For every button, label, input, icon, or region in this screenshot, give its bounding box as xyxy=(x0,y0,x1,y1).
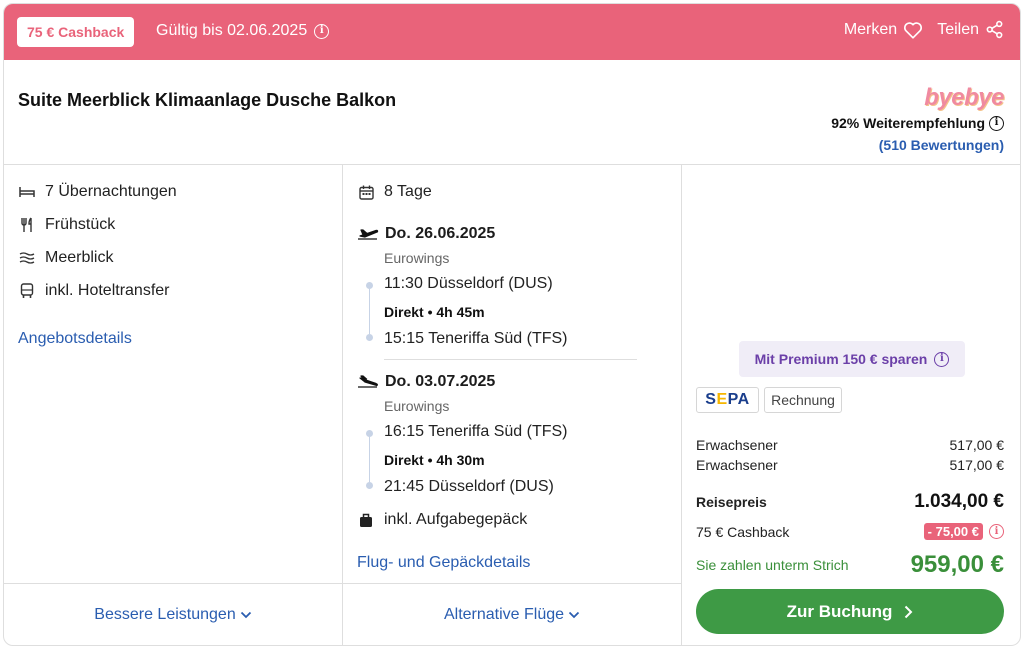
offer-topbar: 75 € Cashback Gültig bis 02.06.2025 i Me… xyxy=(4,4,1020,60)
info-icon[interactable]: i xyxy=(989,115,1004,131)
return-date: Do. 03.07.2025 xyxy=(357,373,495,391)
share-label: Teilen xyxy=(937,20,979,38)
share-icon xyxy=(986,20,1003,39)
return-departure: 16:15 Teneriffa Süd (TFS) xyxy=(384,423,568,440)
timeline-dot xyxy=(366,482,373,489)
chevron-right-icon xyxy=(905,605,913,618)
baggage-info: inkl. Aufgabegepäck xyxy=(357,511,527,529)
validity-info: Gültig bis 02.06.2025 i xyxy=(156,22,330,40)
outbound-date-text: Do. 26.06.2025 xyxy=(385,225,496,242)
final-price-row: Sie zahlen unterm Strich 959,00 € xyxy=(696,551,1004,579)
traveller-price: 517,00 € xyxy=(949,457,1005,473)
timeline-line xyxy=(369,289,370,334)
return-airline: Eurowings xyxy=(384,398,450,414)
share-button[interactable]: Teilen xyxy=(937,20,1004,39)
recommendation: 92% Weiterempfehlung i xyxy=(831,115,1004,131)
bed-icon xyxy=(18,184,36,200)
alternative-flights-label: Alternative Flüge xyxy=(443,605,565,623)
feature-label: Frühstück xyxy=(45,216,116,233)
info-icon: i xyxy=(934,351,950,367)
waves-icon xyxy=(18,250,36,266)
outbound-airline: Eurowings xyxy=(384,250,450,266)
recommendation-text: 92% Weiterempfehlung xyxy=(831,115,985,131)
feature-item: Meerblick xyxy=(18,249,113,267)
validity-text: Gültig bis 02.06.2025 xyxy=(156,22,308,39)
pricing-column: Mit Premium 150 € sparen i SEPA Rechnung… xyxy=(682,165,1020,645)
brand-logo: byebye xyxy=(924,84,1004,111)
return-date-text: Do. 03.07.2025 xyxy=(385,373,496,390)
cashback-label: 75 € Cashback xyxy=(696,523,790,540)
outbound-departure: 11:30 Düsseldorf (DUS) xyxy=(384,275,553,292)
feature-label: Meerblick xyxy=(45,249,114,266)
outbound-direct-info: Direkt • 4h 45m xyxy=(384,304,485,320)
traveller-price-row: Erwachsener 517,00 € xyxy=(696,457,1004,473)
hotel-title: Suite Meerblick Klimaanlage Dusche Balko… xyxy=(18,90,397,110)
info-icon[interactable]: i xyxy=(989,524,1004,539)
cutlery-icon xyxy=(18,217,36,233)
cashback-badge: 75 € Cashback xyxy=(17,17,135,47)
traveller-label: Erwachsener xyxy=(696,457,778,473)
save-button[interactable]: Merken xyxy=(844,21,923,39)
offer-details-link[interactable]: Angebotsdetails xyxy=(18,330,132,348)
hotel-header: Suite Meerblick Klimaanlage Dusche Balko… xyxy=(4,60,1020,165)
final-price: 959,00 € xyxy=(910,551,1004,578)
feature-item: inkl. Hoteltransfer xyxy=(18,282,170,300)
book-label: Zur Buchung xyxy=(786,601,893,621)
plane-departure-icon xyxy=(358,229,379,240)
traveller-price-row: Erwachsener 517,00 € xyxy=(696,437,1004,453)
timeline-dot xyxy=(366,334,373,341)
feature-item: Frühstück xyxy=(18,216,115,234)
alternative-flights-footer: Alternative Flüge xyxy=(343,583,681,645)
invoice-payment-badge: Rechnung xyxy=(764,387,842,413)
better-services-label: Bessere Leistungen xyxy=(94,605,236,623)
chevron-down-icon xyxy=(240,611,251,618)
reviews-link[interactable]: (510 Bewertungen) xyxy=(879,137,1004,153)
features-column: 7 Übernachtungen Frühstück Meerblick ink… xyxy=(4,165,343,645)
top-actions: Merken Teilen xyxy=(844,20,1004,39)
timeline-dot xyxy=(366,282,373,289)
feature-item: 7 Übernachtungen xyxy=(18,183,177,201)
trip-duration: 8 Tage xyxy=(357,183,432,201)
outbound-date: Do. 26.06.2025 xyxy=(357,225,495,243)
calendar-icon xyxy=(357,184,375,200)
bus-icon xyxy=(18,283,36,299)
book-button[interactable]: Zur Buchung xyxy=(696,589,1004,634)
better-services-footer: Bessere Leistungen xyxy=(4,583,342,645)
luggage-icon xyxy=(357,512,375,528)
traveller-label: Erwachsener xyxy=(696,437,778,453)
feature-label: inkl. Hoteltransfer xyxy=(45,282,170,299)
final-label: Sie zahlen unterm Strich xyxy=(696,557,849,573)
feature-label: 7 Übernachtungen xyxy=(45,183,177,200)
save-label: Merken xyxy=(843,20,898,38)
heart-icon xyxy=(904,21,923,39)
timeline-dot xyxy=(366,430,373,437)
return-arrival: 21:45 Düsseldorf (DUS) xyxy=(384,478,554,495)
flight-baggage-details-link[interactable]: Flug- und Gepäckdetails xyxy=(357,554,530,572)
alternative-flights-link[interactable]: Alternative Flüge xyxy=(444,606,580,624)
premium-text: Mit Premium 150 € sparen xyxy=(754,351,928,367)
return-direct-info: Direkt • 4h 30m xyxy=(384,452,485,468)
chevron-down-icon xyxy=(568,611,580,618)
outbound-arrival: 15:15 Teneriffa Süd (TFS) xyxy=(384,330,568,347)
cashback-value: - 75,00 € xyxy=(923,523,983,540)
premium-savings-button[interactable]: Mit Premium 150 € sparen i xyxy=(739,341,965,377)
cashback-row: 75 € Cashback - 75,00 € i xyxy=(696,523,1004,540)
timeline-line xyxy=(369,437,370,482)
offer-card: 75 € Cashback Gültig bis 02.06.2025 i Me… xyxy=(3,3,1021,646)
info-icon[interactable]: i xyxy=(314,23,330,39)
sepa-text: SEPA xyxy=(705,391,750,408)
better-services-link[interactable]: Bessere Leistungen xyxy=(94,606,251,624)
baggage-text: inkl. Aufgabegepäck xyxy=(384,511,528,528)
sepa-payment-badge: SEPA xyxy=(696,387,759,413)
duration-text: 8 Tage xyxy=(384,183,432,200)
total-price: 1.034,00 € xyxy=(914,491,1004,512)
plane-arrival-icon xyxy=(358,375,378,388)
total-price-row: Reisepreis 1.034,00 € xyxy=(696,491,1004,513)
flight-divider xyxy=(384,359,637,360)
total-label: Reisepreis xyxy=(696,494,767,510)
traveller-price: 517,00 € xyxy=(949,437,1005,453)
cashback-value-group: - 75,00 € i xyxy=(923,523,1004,540)
flights-column: 8 Tage Do. 26.06.2025 Eurowings 11:30 Dü… xyxy=(343,165,682,645)
